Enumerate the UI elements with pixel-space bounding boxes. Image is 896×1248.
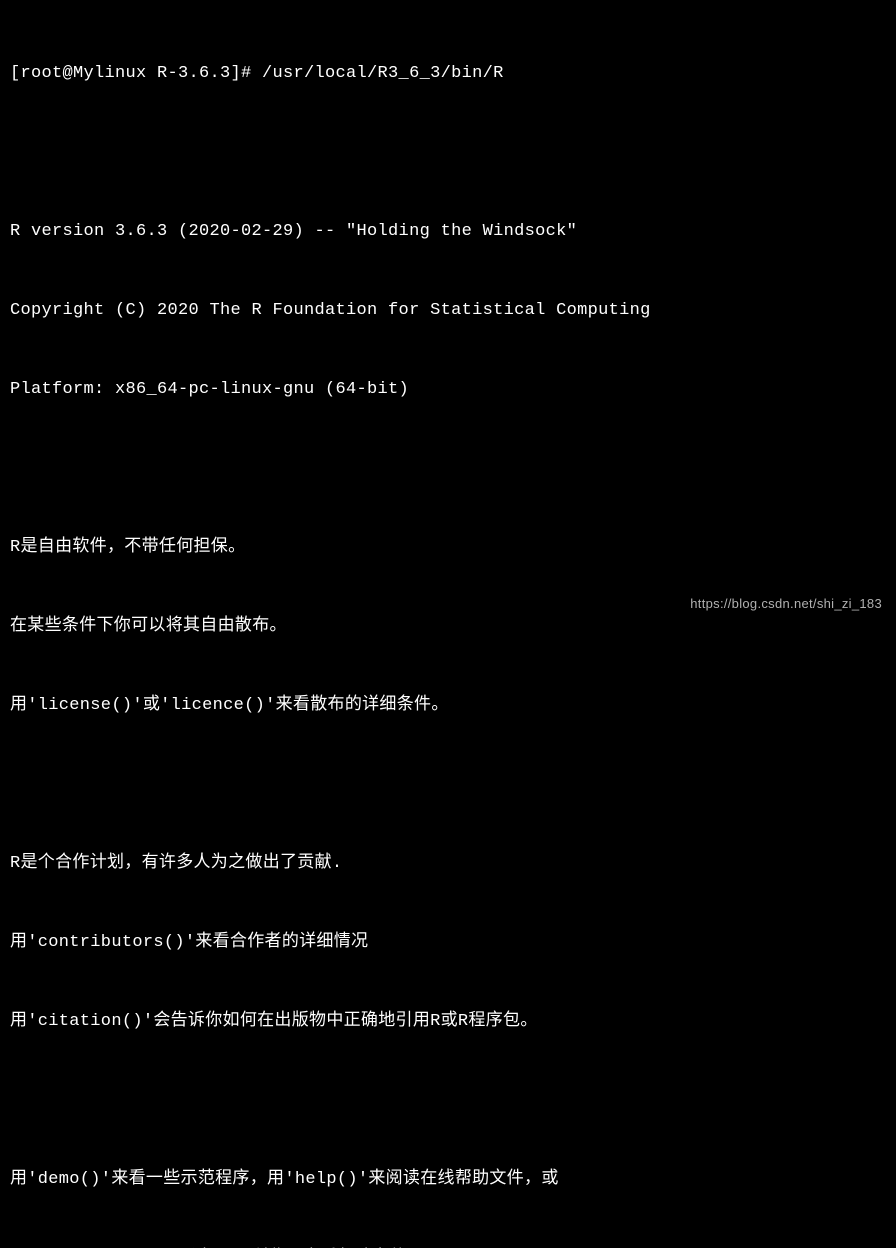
collaboration-line-3: 用'citation()'会告诉你如何在出版物中正确地引用R或R程序包。 xyxy=(10,1009,886,1035)
help-line-2: 用'help.start()'通过HTML浏览器来看帮助文件。 xyxy=(10,1246,886,1248)
collaboration-line-2: 用'contributors()'来看合作者的详细情况 xyxy=(10,930,886,956)
blank-line xyxy=(10,456,886,482)
command-line: [root@Mylinux R-3.6.3]# /usr/local/R3_6_… xyxy=(10,61,886,87)
r-version-line: R version 3.6.3 (2020-02-29) -- "Holding… xyxy=(10,219,886,245)
platform-line: Platform: x86_64-pc-linux-gnu (64-bit) xyxy=(10,377,886,403)
watermark-text: https://blog.csdn.net/shi_zi_183 xyxy=(690,594,882,614)
free-software-line-1: R是自由软件，不带任何担保。 xyxy=(10,535,886,561)
blank-line xyxy=(10,772,886,798)
free-software-line-3: 用'license()'或'licence()'来看散布的详细条件。 xyxy=(10,693,886,719)
help-line-1: 用'demo()'来看一些示范程序，用'help()'来阅读在线帮助文件，或 xyxy=(10,1167,886,1193)
copyright-line: Copyright (C) 2020 The R Foundation for … xyxy=(10,298,886,324)
blank-line xyxy=(10,1088,886,1114)
blank-line xyxy=(10,140,886,166)
collaboration-line-1: R是个合作计划，有许多人为之做出了贡献. xyxy=(10,851,886,877)
free-software-line-2: 在某些条件下你可以将其自由散布。 xyxy=(10,614,886,640)
terminal-output[interactable]: [root@Mylinux R-3.6.3]# /usr/local/R3_6_… xyxy=(10,8,886,1248)
